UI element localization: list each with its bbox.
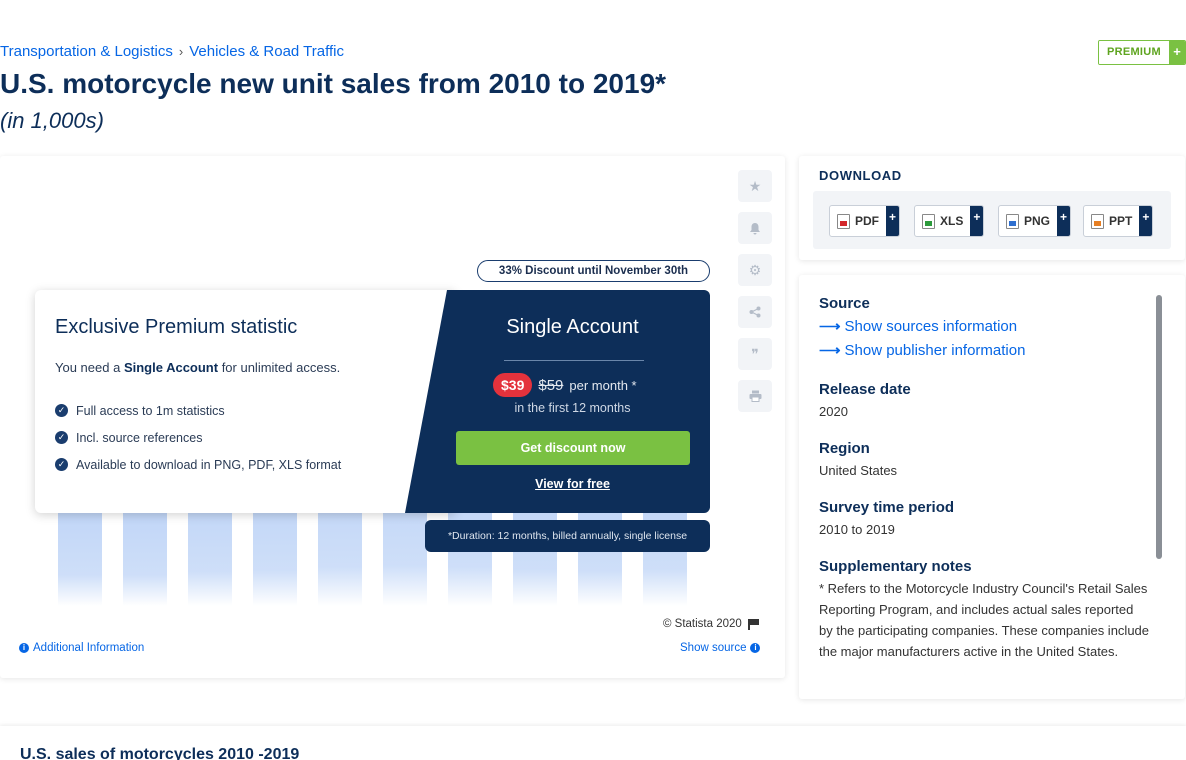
- download-card: DOWNLOAD PDF + XLS + PNG + PPT +: [799, 156, 1185, 260]
- arrow-right-icon: ⟶: [819, 318, 841, 335]
- promo-need-text: You need a Single Account for unlimited …: [55, 360, 340, 375]
- additional-info-link[interactable]: i Additional Information: [19, 642, 144, 654]
- promo-title: Exclusive Premium statistic: [55, 316, 298, 338]
- download-label: PNG: [1024, 214, 1051, 228]
- release-date-value: 2020: [819, 404, 848, 419]
- plus-icon: +: [1057, 206, 1071, 236]
- region-label: Region: [819, 440, 870, 457]
- show-source-link[interactable]: Show source i: [680, 642, 761, 654]
- show-publisher-link[interactable]: ⟶ Show publisher information: [819, 339, 1149, 363]
- chart-tools: ★ ⚙ ❞: [738, 170, 772, 412]
- discount-pill: 33% Discount until November 30th: [477, 260, 710, 282]
- check-icon: ✓: [55, 458, 68, 471]
- feature-text: Incl. source references: [76, 430, 203, 445]
- promo-feature-list: ✓ Full access to 1m statistics ✓ Incl. sou…: [55, 397, 341, 478]
- list-item: ✓ Available to download in PNG, PDF, XLS …: [55, 451, 341, 478]
- breadcrumb-vehicles[interactable]: Vehicles & Road Traffic: [189, 43, 344, 60]
- pdf-file-icon: [837, 213, 850, 229]
- breadcrumb-transportation[interactable]: Transportation & Logistics: [0, 43, 173, 60]
- copyright: © Statista 2020: [663, 618, 759, 630]
- download-buttons: PDF + XLS + PNG + PPT +: [813, 191, 1171, 249]
- info-content: Source ⟶ Show sources information ⟶ Show p…: [819, 295, 1149, 680]
- breadcrumb-separator: ›: [178, 44, 184, 59]
- copyright-text: © Statista 2020: [663, 618, 742, 630]
- flag-icon[interactable]: [747, 618, 759, 630]
- star-icon[interactable]: ★: [738, 170, 772, 202]
- page-title: U.S. motorcycle new unit sales from 2010…: [0, 68, 667, 99]
- region-value: United States: [819, 463, 898, 478]
- statistic-info-card: Source ⟶ Show sources information ⟶ Show p…: [799, 275, 1185, 699]
- show-sources-label: Show sources information: [844, 318, 1018, 335]
- download-png-button[interactable]: PNG +: [998, 205, 1072, 237]
- page-subtitle: (in 1,000s): [0, 108, 104, 133]
- check-icon: ✓: [55, 431, 68, 444]
- download-title: DOWNLOAD: [819, 168, 902, 183]
- supplementary-notes-value: * Refers to the Motorcycle Industry Coun…: [819, 581, 1150, 659]
- price-new: $39: [493, 373, 533, 397]
- related-heading: U.S. sales of motorcycles 2010 -2019: [20, 746, 300, 760]
- info-icon: i: [750, 643, 761, 653]
- breadcrumb: Transportation & Logistics › Vehicles & …: [0, 43, 344, 60]
- duration-note: *Duration: 12 months, billed annually, s…: [425, 520, 710, 552]
- premium-badge[interactable]: PREMIUM +: [1097, 40, 1186, 65]
- price-row: $39 $59 per month *: [493, 373, 637, 397]
- release-date-label: Release date: [819, 381, 911, 398]
- print-icon[interactable]: [738, 380, 772, 412]
- supplementary-notes-label: Supplementary notes: [819, 558, 972, 575]
- view-for-free-link[interactable]: View for free: [435, 477, 710, 491]
- arrow-right-icon: ⟶: [819, 342, 841, 359]
- list-item: ✓ Incl. source references: [55, 424, 341, 451]
- need-suffix: for unlimited access.: [218, 360, 341, 375]
- show-publisher-label: Show publisher information: [844, 342, 1026, 359]
- survey-period-value: 2010 to 2019: [819, 522, 895, 537]
- show-sources-link[interactable]: ⟶ Show sources information: [819, 315, 1149, 339]
- feature-text: Full access to 1m statistics: [76, 403, 225, 418]
- first-months-text: in the first 12 months: [514, 401, 631, 415]
- need-bold: Single Account: [123, 360, 219, 375]
- download-pdf-button[interactable]: PDF +: [829, 205, 900, 237]
- plus-icon: +: [886, 206, 899, 236]
- feature-text: Available to download in PNG, PDF, XLS f…: [76, 457, 342, 472]
- source-label: Source: [819, 295, 870, 312]
- plus-icon: +: [1139, 206, 1153, 236]
- download-ppt-button[interactable]: PPT +: [1083, 205, 1154, 237]
- premium-label: PREMIUM: [1098, 41, 1169, 64]
- plus-icon: +: [970, 206, 984, 236]
- info-scrollbar[interactable]: [1156, 295, 1162, 559]
- survey-period-label: Survey time period: [819, 499, 955, 516]
- single-account-panel: Single Account $39 $59 per month * in th…: [405, 290, 710, 513]
- premium-promo-panel: Exclusive Premium statistic You need a S…: [35, 290, 455, 513]
- statistic-page: Transportation & Logistics › Vehicles & …: [0, 0, 1186, 760]
- additional-info-label: Additional Information: [33, 642, 145, 654]
- ppt-file-icon: [1091, 213, 1104, 229]
- download-xls-button[interactable]: XLS +: [914, 205, 985, 237]
- gear-icon[interactable]: ⚙: [738, 254, 772, 286]
- per-month: per month *: [569, 377, 637, 393]
- need-prefix: You need a: [55, 360, 124, 375]
- download-label: PDF: [855, 214, 879, 228]
- related-section: U.S. sales of motorcycles 2010 -2019: [0, 726, 1186, 760]
- check-icon: ✓: [55, 404, 68, 417]
- list-item: ✓ Full access to 1m statistics: [55, 397, 341, 424]
- show-source-label: Show source: [680, 642, 747, 654]
- share-icon[interactable]: [738, 296, 772, 328]
- single-account-title: Single Account: [506, 316, 639, 338]
- premium-plus-icon: +: [1169, 41, 1185, 64]
- quote-icon[interactable]: ❞: [738, 338, 772, 370]
- get-discount-button[interactable]: Get discount now: [456, 431, 690, 465]
- png-file-icon: [1006, 213, 1019, 229]
- info-icon: i: [19, 643, 29, 653]
- price-old: $59: [538, 376, 564, 394]
- bell-icon[interactable]: [738, 212, 772, 244]
- download-label: PPT: [1109, 214, 1133, 228]
- chart-card: ★ ⚙ ❞ 33% Discount until November 30th E…: [0, 156, 785, 678]
- download-label: XLS: [940, 214, 964, 228]
- divider: [504, 360, 644, 361]
- xls-file-icon: [922, 213, 935, 229]
